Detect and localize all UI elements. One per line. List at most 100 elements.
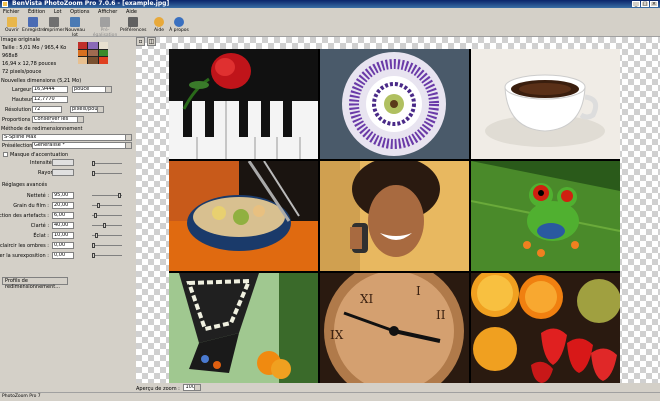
original-size: Taille : 5,01 Mo / 965,4 Ko xyxy=(2,45,67,51)
levels-icon xyxy=(100,17,110,27)
setting-value-field[interactable]: 0,00 xyxy=(52,252,74,259)
setting-value-field[interactable]: 40,00 xyxy=(52,222,74,229)
save-button[interactable]: Enregistrer xyxy=(22,17,47,33)
resolution-unit-select[interactable]: pixels/pouce xyxy=(70,106,104,113)
unit-select[interactable]: pouce xyxy=(72,86,112,93)
setting-slider[interactable] xyxy=(92,213,122,218)
intensity-field[interactable] xyxy=(52,159,74,166)
photo-coffee-cup xyxy=(471,49,620,159)
view-tools: ▫ ◫ xyxy=(136,37,156,48)
menu-bar: Fichier Édition Lot Options Afficher Aid… xyxy=(0,8,660,16)
folder-open-icon xyxy=(7,17,17,27)
radius-field[interactable] xyxy=(52,169,74,176)
photo-smiling-woman xyxy=(320,161,469,271)
setting-label: Éclaircir les ombres : xyxy=(0,243,49,249)
setting-value-field[interactable]: 0,00 xyxy=(52,242,74,249)
proportions-label: Proportions : xyxy=(2,117,34,123)
original-thumbnail xyxy=(78,42,108,64)
setting-label: Clarté : xyxy=(30,223,49,229)
setting-label: Corriger la surexposition : xyxy=(0,253,49,259)
new-dimensions-header[interactable]: Nouvelles dimensions (5,21 Mo) xyxy=(1,78,81,84)
menu-aide[interactable]: Aide xyxy=(126,9,137,15)
height-field[interactable]: 12,7770 xyxy=(32,96,68,103)
open-button[interactable]: Ouvrir xyxy=(1,17,23,33)
preset-select[interactable]: Généralisé * xyxy=(32,142,132,149)
setting-slider[interactable] xyxy=(92,243,122,248)
radius-slider[interactable] xyxy=(92,171,122,176)
print-button[interactable]: Imprimer xyxy=(43,17,65,33)
app-icon xyxy=(2,1,8,7)
help-button[interactable]: Aide xyxy=(148,17,170,33)
preferences-button[interactable]: Préférences xyxy=(120,17,146,33)
svg-text:XI: XI xyxy=(360,292,374,306)
menu-edition[interactable]: Édition xyxy=(28,9,45,15)
minimize-button[interactable]: _ xyxy=(632,1,640,7)
window-title: BenVista PhotoZoom Pro 7.0.6 - [example.… xyxy=(12,0,170,7)
setting-slider[interactable] xyxy=(92,233,122,238)
slider-thumb[interactable] xyxy=(97,203,100,208)
resolution-label: Résolution : xyxy=(5,107,35,113)
setting-label: Netteté : xyxy=(26,193,49,199)
new-batch-button[interactable]: Nouveau lot xyxy=(64,17,86,38)
slider-thumb[interactable] xyxy=(94,213,97,218)
photo-fruits xyxy=(471,273,620,383)
menu-afficher[interactable]: Afficher xyxy=(98,9,117,15)
split-view-icon[interactable]: ▫ xyxy=(136,37,145,46)
width-field[interactable]: 16,9444 xyxy=(32,86,68,93)
proportions-select[interactable]: Conserver les proportions xyxy=(32,116,84,123)
printer-icon xyxy=(49,17,59,27)
tools-icon xyxy=(128,17,138,27)
resize-profiles-button[interactable]: Profils de redimensionnement... xyxy=(2,277,68,290)
setting-slider[interactable] xyxy=(92,253,122,258)
original-resolution: 72 pixels/pouce xyxy=(2,69,42,75)
advanced-header: Réglages avancés xyxy=(2,182,48,188)
photo-tree-frog xyxy=(471,161,620,271)
toolbar: Ouvrir Enregistrer Imprimer Nouveau lot … xyxy=(0,16,660,38)
title-bar: BenVista PhotoZoom Pro 7.0.6 - [example.… xyxy=(0,0,660,8)
zoom-select[interactable]: 100% xyxy=(183,384,202,391)
slider-thumb[interactable] xyxy=(92,243,95,248)
preview-image[interactable]: XI I II IX xyxy=(169,49,620,383)
slider-thumb[interactable] xyxy=(95,233,98,238)
save-icon xyxy=(28,17,38,27)
svg-text:I: I xyxy=(416,284,421,298)
original-dims: 968x8 xyxy=(2,53,18,59)
resolution-field[interactable]: 72 xyxy=(32,106,62,113)
maximize-button[interactable]: □ xyxy=(641,1,649,7)
photo-grilled-food xyxy=(169,161,318,271)
setting-value-field[interactable]: 20,00 xyxy=(52,202,74,209)
setting-label: Éclat : xyxy=(33,233,49,239)
unsharp-mask-checkbox[interactable] xyxy=(3,152,8,157)
pre-equalize-button[interactable]: Pré-égalisation xyxy=(92,17,118,38)
setting-label: Grain du film : xyxy=(13,203,49,209)
slider-thumb[interactable] xyxy=(118,193,121,198)
menu-lot[interactable]: Lot xyxy=(54,9,62,15)
unsharp-mask-label: Masque d'accentuation xyxy=(10,152,69,158)
slider-thumb[interactable] xyxy=(92,253,95,258)
original-inches: 16,94 x 12,78 pouces xyxy=(2,61,57,67)
method-header[interactable]: Méthode de redimensionnement xyxy=(1,126,83,132)
zoom-bar: Aperçu de zoom : 100% xyxy=(136,383,660,392)
menu-options[interactable]: Options xyxy=(70,9,89,15)
setting-slider[interactable] xyxy=(92,223,122,228)
close-button[interactable]: × xyxy=(650,1,658,7)
photo-rose-piano xyxy=(169,49,318,159)
photo-butterfly xyxy=(169,273,318,383)
intensity-slider[interactable] xyxy=(92,161,122,166)
setting-value-field[interactable]: 10,00 xyxy=(52,232,74,239)
menu-fichier[interactable]: Fichier xyxy=(3,9,19,15)
setting-value-field[interactable]: 6,00 xyxy=(52,212,74,219)
method-select[interactable]: S-Spline Max xyxy=(2,134,132,141)
photo-clock: XI I II IX xyxy=(320,273,469,383)
setting-slider[interactable] xyxy=(92,203,122,208)
about-button[interactable]: À propos xyxy=(168,17,190,33)
svg-text:IX: IX xyxy=(330,328,344,342)
slider-thumb[interactable] xyxy=(103,223,106,228)
original-image-header[interactable]: Image originale xyxy=(1,37,40,43)
setting-value-field[interactable]: 95,00 xyxy=(52,192,74,199)
setting-slider[interactable] xyxy=(92,193,122,198)
compare-icon[interactable]: ◫ xyxy=(147,37,156,46)
setting-label: Réduction des artefacts : xyxy=(0,213,49,219)
status-text: PhotoZoom Pro 7 xyxy=(2,394,41,399)
info-icon xyxy=(174,17,184,27)
